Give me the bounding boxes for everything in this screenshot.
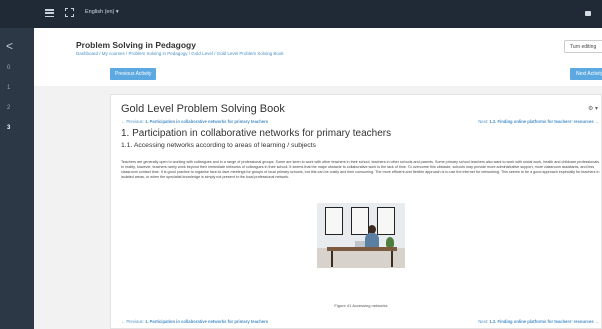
next-label: Next: [478,319,490,324]
subchapter-title: 1.1. Accessing networks according to are… [121,142,316,149]
window-right [377,207,395,235]
book-title: Gold Level Problem Solving Book [121,103,285,115]
course-title: Problem Solving in Pedagogy [76,40,196,50]
navbar-left-pad [0,0,34,28]
previous-label: ← Previous: [121,319,145,324]
hamburger-icon[interactable] [45,9,54,18]
next-activity-button[interactable]: Next Activity [570,68,602,80]
left-rail: < 0 1 2 3 [0,28,34,329]
desk-leg [331,251,333,267]
chapter-paragraph: Teachers are generally open to working w… [121,160,601,180]
rail-item-0[interactable]: 0 [7,65,10,71]
previous-chapter-link-bottom[interactable]: ← Previous: 1. Participation in collabor… [121,319,268,324]
next-chapter-title[interactable]: 1.2. Finding online platforms for teache… [489,119,599,124]
back-chevron-icon[interactable]: < [6,40,13,52]
next-chapter-title[interactable]: 1.2. Finding online platforms for teache… [489,319,599,324]
rail-item-1[interactable]: 1 [7,85,10,91]
figure-image [317,203,405,268]
desk [327,247,397,251]
previous-chapter-title[interactable]: 1. Participation in collaborative networ… [145,319,268,324]
message-icon[interactable] [585,11,591,16]
turn-editing-button[interactable]: Turn editing [564,40,602,53]
figure-caption: Figure 41 Accessing networks [334,303,388,308]
previous-label: ← Previous: [121,119,145,124]
language-menu[interactable]: English (en) ▾ [85,9,119,15]
rail-item-3[interactable]: 3 [7,125,10,131]
plant [386,237,394,247]
next-label: Next: [478,119,490,124]
previous-chapter-link[interactable]: ← Previous: 1. Participation in collabor… [121,119,268,124]
next-chapter-link-bottom[interactable]: Next: 1.2. Finding online platforms for … [478,319,599,324]
window-middle [351,207,369,235]
gear-icon[interactable]: ⚙ ▾ [588,105,598,112]
breadcrumb[interactable]: Dashboard / My courses / Problem Solving… [76,51,284,56]
desk-leg [391,251,393,267]
book-card: Gold Level Problem Solving Book ⚙ ▾ ← Pr… [110,94,602,329]
previous-activity-button[interactable]: Previous Activity [110,68,157,80]
rail-item-2[interactable]: 2 [7,105,10,111]
window-left [325,207,343,235]
chapter-title: 1. Participation in collaborative networ… [121,128,392,139]
previous-chapter-title[interactable]: 1. Participation in collaborative networ… [145,119,268,124]
next-chapter-link[interactable]: Next: 1.2. Finding online platforms for … [478,119,599,124]
expand-icon[interactable] [65,8,74,17]
